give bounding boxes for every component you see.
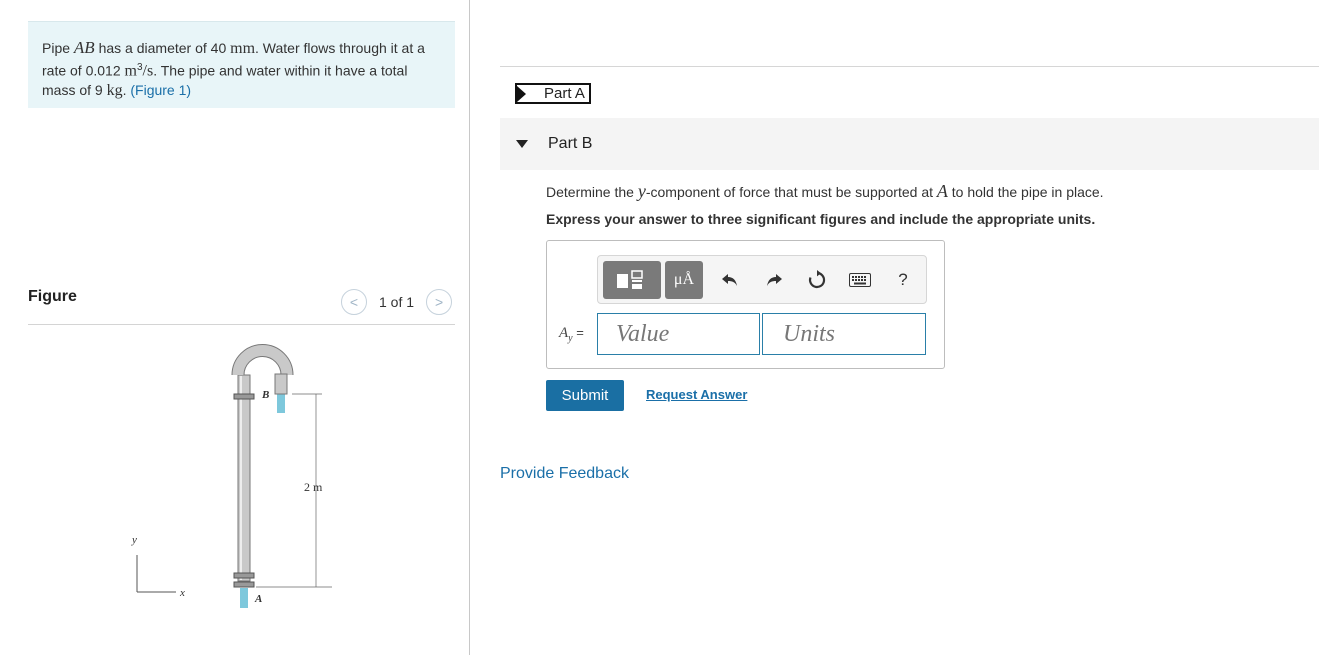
label-b: B	[261, 389, 269, 401]
figure-divider	[28, 324, 455, 325]
provide-feedback-link[interactable]: Provide Feedback	[500, 465, 629, 483]
pipe-flange-top	[233, 393, 255, 400]
part-b-header[interactable]: Part B	[500, 118, 1319, 170]
keyboard-icon	[849, 273, 871, 287]
request-answer-link[interactable]: Request Answer	[646, 387, 747, 402]
unit-kg: kg	[106, 81, 123, 99]
part-a-toggle[interactable]: Part A	[515, 83, 591, 104]
figure-title: Figure	[28, 288, 77, 305]
units-button[interactable]: μÅ	[665, 261, 703, 299]
water-stream-a	[240, 588, 248, 608]
problem-panel: Pipe AB has a diameter of 40 mm. Water f…	[0, 0, 470, 655]
pipe-vertical	[237, 374, 251, 582]
reset-icon	[808, 270, 826, 289]
pipe-flange-bottom	[233, 572, 255, 579]
math-var-a: A	[936, 181, 948, 201]
question-text-part: -component of force that must be support…	[645, 184, 937, 200]
pipe-figure: y x B A 2 m	[131, 344, 332, 608]
label-a: A	[254, 593, 262, 605]
mu-angstrom-icon: μÅ	[673, 271, 695, 288]
keyboard-button[interactable]	[847, 268, 873, 292]
pipe-b-leg	[274, 373, 288, 395]
value-input[interactable]	[597, 313, 760, 355]
part-b-label: Part B	[548, 135, 593, 152]
unit-per-s: /s	[142, 62, 154, 80]
template-button[interactable]	[603, 261, 661, 299]
answer-instruction: Express your answer to three significant…	[546, 211, 1096, 227]
redo-icon	[767, 274, 782, 286]
help-icon: ?	[898, 270, 908, 289]
submit-button[interactable]: Submit	[546, 380, 624, 411]
answer-equals: =	[572, 325, 584, 340]
math-toolbar: μÅ ?	[597, 255, 927, 304]
math-var-ab: AB	[73, 38, 95, 57]
answer-variable-label: Ay =	[559, 325, 584, 344]
unit-m: m	[124, 62, 137, 80]
caret-right-icon	[517, 85, 526, 102]
pager-prev-button[interactable]: <	[341, 289, 367, 315]
redo-button[interactable]	[762, 268, 786, 292]
figure-pager: < 1 of 1 >	[341, 289, 453, 315]
help-button[interactable]: ?	[891, 268, 915, 292]
pager-text: 1 of 1	[379, 294, 415, 310]
answer-panel: μÅ ? Ay =	[546, 240, 945, 369]
question-text-part: to hold the pipe in place.	[947, 184, 1104, 200]
water-stream-b	[277, 393, 285, 413]
problem-statement: Pipe AB has a diameter of 40 mm. Water f…	[28, 21, 455, 108]
problem-text: has a diameter of 40	[94, 40, 231, 56]
unit-mm: mm	[230, 40, 256, 57]
question-text: Determine the y-component of force that …	[546, 181, 1104, 202]
chevron-left-icon: <	[349, 294, 359, 310]
undo-icon	[722, 274, 737, 286]
dim-label: 2 m	[304, 480, 323, 494]
pipe-bend	[232, 345, 293, 376]
axis-label-x: x	[179, 587, 185, 599]
chevron-right-icon: >	[434, 294, 444, 310]
answer-var: A	[559, 325, 569, 341]
pager-next-button[interactable]: >	[426, 289, 453, 315]
part-a-label: Part A	[544, 85, 585, 102]
pipe-flange-base	[233, 581, 255, 588]
reset-button[interactable]	[805, 268, 829, 292]
question-text-part: Determine the	[546, 184, 638, 200]
template-icon	[617, 270, 643, 289]
problem-text: Pipe	[42, 40, 74, 56]
top-divider	[500, 66, 1319, 67]
caret-down-icon	[516, 140, 528, 148]
undo-button[interactable]	[718, 268, 742, 292]
math-var-y: y	[637, 181, 646, 201]
units-input[interactable]	[762, 313, 926, 355]
figure-link[interactable]: (Figure 1)	[130, 82, 191, 98]
axis-label-y: y	[131, 534, 137, 546]
